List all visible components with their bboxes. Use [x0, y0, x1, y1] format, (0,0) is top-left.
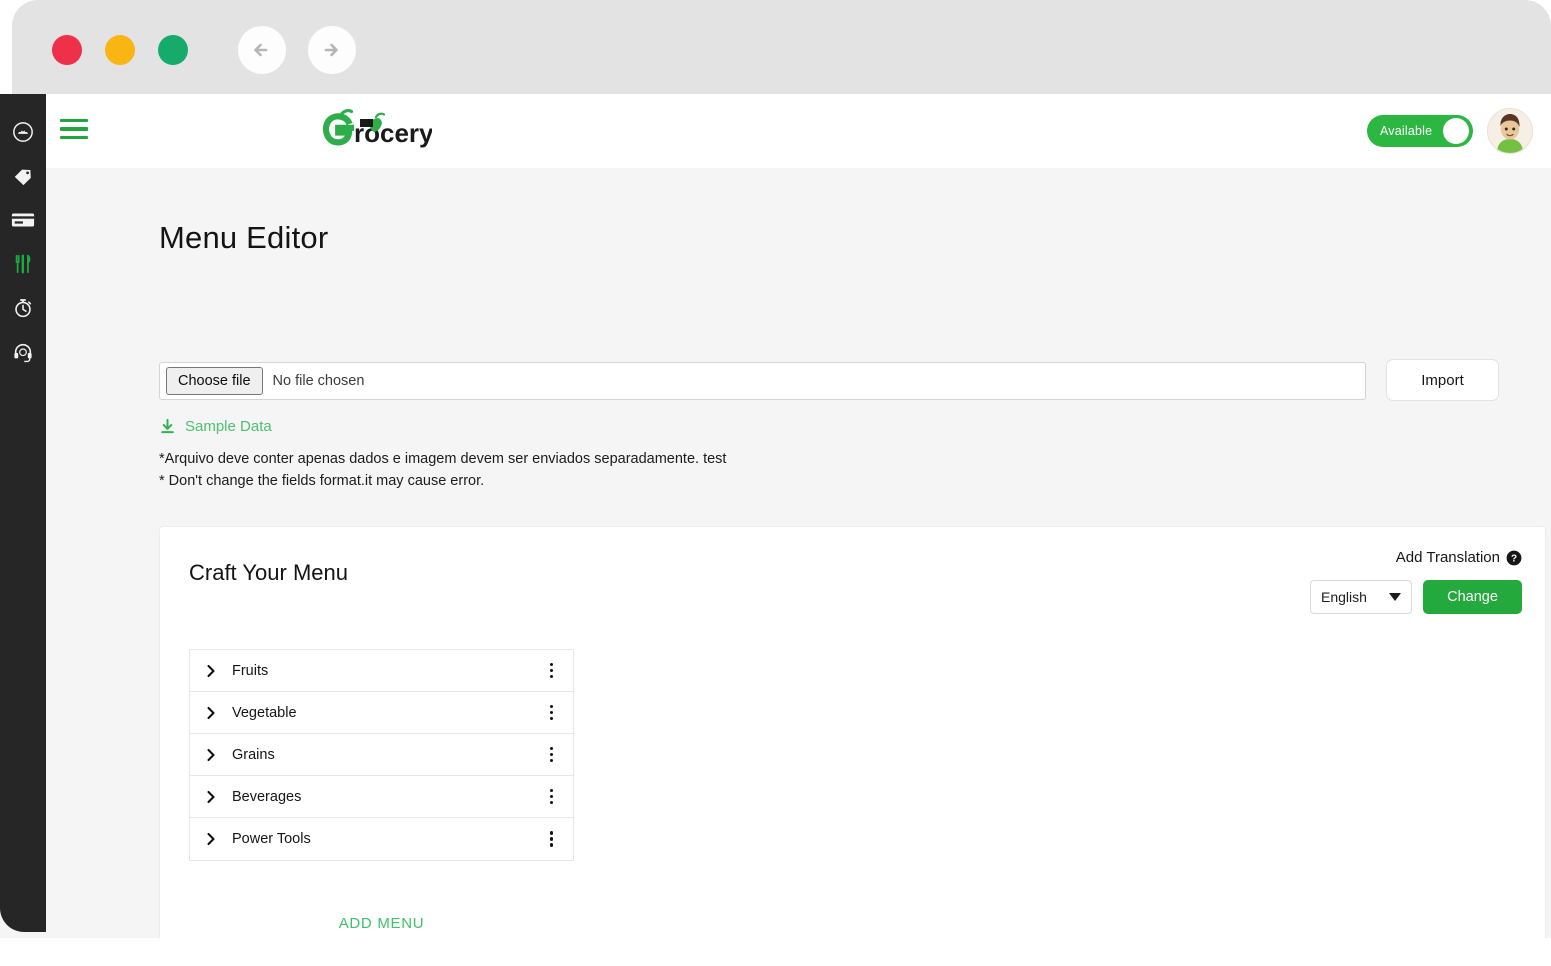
arrow-right-icon	[324, 43, 338, 57]
translation-block: Add Translation ? English Change	[1282, 549, 1522, 614]
menu-item-options-icon[interactable]	[546, 703, 558, 723]
translation-label-row: Add Translation ?	[1282, 549, 1522, 566]
menu-item-options-icon[interactable]	[546, 661, 558, 681]
sidebar-item-payments[interactable]	[8, 208, 38, 232]
menu-item-options-icon[interactable]	[546, 829, 558, 849]
grocery-logo-icon: rocery	[322, 109, 432, 148]
note-line-2: * Don't change the fields format.it may …	[159, 473, 485, 489]
back-button[interactable]	[238, 26, 286, 74]
menu-list-item[interactable]: Vegetable	[190, 692, 573, 734]
menu-item-label: Vegetable	[232, 704, 297, 721]
traffic-lights	[52, 35, 188, 65]
menu-list: Fruits Vegetable Grains Beverages Power …	[189, 649, 574, 861]
menu-list-item[interactable]: Beverages	[190, 776, 573, 818]
timer-icon	[15, 299, 32, 318]
menu-item-options-icon[interactable]	[546, 787, 558, 807]
chevron-right-icon[interactable]	[204, 832, 218, 846]
window-bottom-edge	[0, 938, 1551, 966]
minimize-window-button[interactable]	[105, 35, 135, 65]
headset-icon	[14, 343, 32, 363]
hamburger-icon[interactable]	[60, 116, 90, 142]
top-bar: rocery Available	[46, 94, 1551, 168]
menu-item-label: Power Tools	[232, 831, 311, 847]
card-title: Craft Your Menu	[189, 560, 348, 585]
svg-text:?: ?	[1511, 553, 1517, 564]
browser-nav-buttons	[238, 26, 356, 74]
file-input[interactable]: Choose file No file chosen	[159, 362, 1366, 400]
arrow-left-icon	[254, 43, 268, 57]
sidebar-item-dashboard[interactable]	[8, 120, 38, 144]
help-icon[interactable]: ?	[1506, 550, 1522, 566]
download-icon	[161, 418, 174, 434]
avatar[interactable]	[1487, 108, 1533, 154]
language-select-value: English	[1321, 589, 1367, 605]
note-line-1: *Arquivo deve conter apenas dados e imag…	[159, 451, 727, 467]
language-select[interactable]: English	[1310, 580, 1412, 614]
cutlery-icon	[15, 254, 31, 274]
chevron-right-icon[interactable]	[204, 706, 218, 720]
availability-toggle[interactable]: Available	[1367, 115, 1473, 147]
chevron-right-icon[interactable]	[204, 664, 218, 678]
sidebar-item-support[interactable]	[8, 340, 38, 364]
app-window: rocery Available Menu Editor Choose file…	[0, 94, 1551, 966]
tag-icon	[14, 169, 31, 186]
add-menu-button[interactable]: ADD MENU	[189, 915, 574, 932]
sample-data-label: Sample Data	[185, 418, 272, 435]
maximize-window-button[interactable]	[158, 35, 188, 65]
menu-item-label: Fruits	[232, 662, 269, 679]
screen-root: rocery Available Menu Editor Choose file…	[0, 0, 1551, 966]
chevron-down-icon	[1389, 593, 1401, 601]
file-name-text: No file chosen	[272, 373, 365, 389]
topbar-right-controls: Available	[1367, 108, 1533, 154]
menu-item-options-icon[interactable]	[546, 745, 558, 765]
main-content: Menu Editor Choose file No file chosen I…	[46, 168, 1551, 966]
dashboard-icon	[13, 122, 33, 142]
brand-logo[interactable]: rocery	[322, 106, 432, 156]
craft-menu-card: Craft Your Menu Add Translation ? Englis…	[159, 526, 1546, 948]
card-icon	[11, 213, 35, 227]
import-button[interactable]: Import	[1386, 359, 1499, 401]
question-mark-icon: ?	[1506, 550, 1522, 565]
user-avatar-icon	[1488, 109, 1532, 153]
menu-list-item[interactable]: Fruits	[190, 650, 573, 692]
upload-row: Choose file No file chosen Import	[159, 359, 1499, 401]
sidebar	[0, 94, 46, 932]
sidebar-item-history[interactable]	[8, 296, 38, 320]
chevron-right-icon[interactable]	[204, 748, 218, 762]
menu-item-label: Grains	[232, 746, 275, 763]
sidebar-item-menu[interactable]	[8, 252, 38, 276]
upload-notes: *Arquivo deve conter apenas dados e imag…	[159, 448, 726, 492]
browser-chrome	[12, 0, 1551, 96]
change-language-button[interactable]: Change	[1423, 580, 1522, 614]
toggle-knob	[1443, 118, 1469, 144]
menu-list-item[interactable]: Grains	[190, 734, 573, 776]
sidebar-item-offers[interactable]	[8, 164, 38, 188]
close-window-button[interactable]	[52, 35, 82, 65]
content-area: rocery Available Menu Editor Choose file…	[46, 94, 1551, 966]
page-title: Menu Editor	[159, 220, 329, 255]
menu-list-item[interactable]: Power Tools	[190, 818, 573, 860]
choose-file-button[interactable]: Choose file	[166, 367, 263, 395]
sample-data-link[interactable]: Sample Data	[159, 418, 272, 435]
translation-controls: English Change	[1282, 580, 1522, 614]
availability-label: Available	[1380, 124, 1433, 138]
chevron-right-icon[interactable]	[204, 790, 218, 804]
add-translation-label: Add Translation	[1395, 549, 1500, 566]
menu-item-label: Beverages	[232, 788, 302, 805]
forward-button[interactable]	[308, 26, 356, 74]
